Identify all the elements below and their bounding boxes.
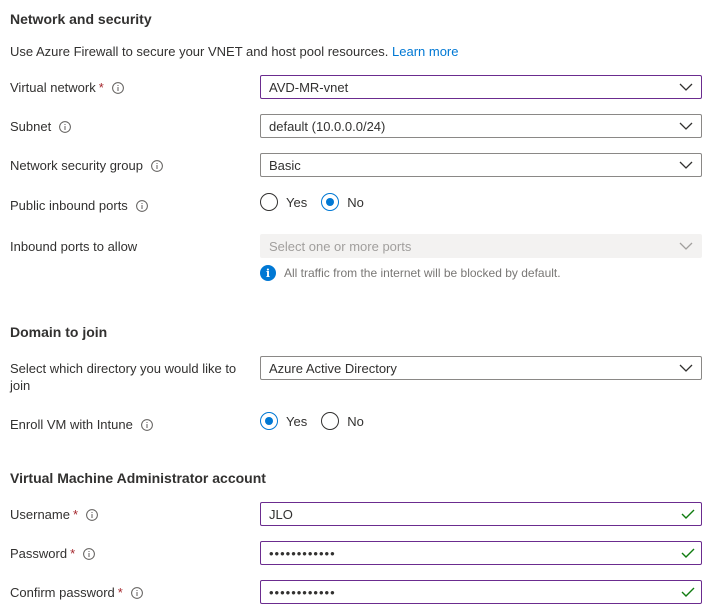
inbound-ports-placeholder: Select one or more ports xyxy=(269,238,412,254)
intune-no-radio[interactable] xyxy=(321,412,340,430)
firewall-description: Use Azure Firewall to secure your VNET a… xyxy=(10,44,459,59)
public-inbound-yes-label[interactable]: Yes xyxy=(286,195,307,210)
subnet-label: Subnet xyxy=(10,119,52,134)
intune-radio-group: Yes No xyxy=(260,412,378,430)
directory-label: Select which directory you would like to… xyxy=(10,361,237,393)
confirm-password-value: •••••••••••• xyxy=(269,584,336,600)
confirm-password-label: Confirm password xyxy=(10,585,115,600)
info-icon[interactable] xyxy=(86,508,98,521)
info-icon[interactable] xyxy=(135,199,148,212)
checkmark-icon xyxy=(681,586,695,598)
virtual-network-value: AVD-MR-vnet xyxy=(269,79,349,95)
virtual-network-label: Virtual network xyxy=(10,80,96,95)
virtual-network-label-row: Virtual network * xyxy=(10,79,124,96)
inbound-ports-note-text: All traffic from the internet will be bl… xyxy=(284,266,561,280)
info-badge-icon: i xyxy=(260,265,276,281)
intune-no-label[interactable]: No xyxy=(347,414,364,429)
checkmark-icon xyxy=(681,547,695,559)
chevron-down-icon xyxy=(679,159,693,171)
inbound-ports-label: Inbound ports to allow xyxy=(10,239,138,254)
nsg-label-row: Network security group xyxy=(10,157,163,174)
required-marker: * xyxy=(72,507,79,522)
intune-yes-radio[interactable] xyxy=(260,412,278,430)
chevron-down-icon xyxy=(679,240,693,252)
nsg-label: Network security group xyxy=(10,158,143,173)
directory-value: Azure Active Directory xyxy=(269,360,397,376)
password-label-row: Password * xyxy=(10,545,96,562)
confirm-password-label-row: Confirm password * xyxy=(10,584,143,601)
info-icon[interactable] xyxy=(59,120,72,133)
public-inbound-yes-radio[interactable] xyxy=(260,193,278,211)
info-icon[interactable] xyxy=(140,418,153,431)
info-icon[interactable] xyxy=(151,159,163,172)
public-inbound-no-label[interactable]: No xyxy=(347,195,364,210)
subnet-dropdown[interactable]: default (10.0.0.0/24) xyxy=(260,114,702,138)
intune-yes-label[interactable]: Yes xyxy=(286,414,307,429)
username-input[interactable]: JLO xyxy=(260,502,702,526)
learn-more-link[interactable]: Learn more xyxy=(392,44,458,59)
inbound-ports-dropdown: Select one or more ports xyxy=(260,234,702,258)
inbound-ports-note: i All traffic from the internet will be … xyxy=(260,265,561,281)
required-marker: * xyxy=(98,80,104,95)
directory-dropdown[interactable]: Azure Active Directory xyxy=(260,356,702,380)
info-icon[interactable] xyxy=(111,81,124,94)
firewall-description-text: Use Azure Firewall to secure your VNET a… xyxy=(10,44,389,59)
checkmark-icon xyxy=(681,508,695,520)
required-marker: * xyxy=(70,546,76,561)
domain-title: Domain to join xyxy=(10,324,108,340)
username-label: Username xyxy=(10,507,70,522)
public-inbound-label-row: Public inbound ports xyxy=(10,197,148,214)
subnet-value: default (10.0.0.0/24) xyxy=(269,118,386,134)
intune-label: Enroll VM with Intune xyxy=(10,417,133,432)
network-security-title: Network and security xyxy=(10,11,152,27)
username-label-row: Username * xyxy=(10,506,98,523)
public-inbound-no-radio[interactable] xyxy=(321,193,340,211)
nsg-dropdown[interactable]: Basic xyxy=(260,153,702,177)
subnet-label-row: Subnet xyxy=(10,118,72,135)
chevron-down-icon xyxy=(679,81,693,93)
admin-account-title: Virtual Machine Administrator account xyxy=(10,470,266,486)
confirm-password-input[interactable]: •••••••••••• xyxy=(260,580,702,604)
info-icon[interactable] xyxy=(130,586,143,599)
inbound-ports-label-row: Inbound ports to allow xyxy=(10,238,137,255)
public-inbound-radio-group: Yes No xyxy=(260,193,378,211)
password-value: •••••••••••• xyxy=(269,545,336,561)
chevron-down-icon xyxy=(679,120,693,132)
nsg-value: Basic xyxy=(269,157,301,173)
public-inbound-label: Public inbound ports xyxy=(10,198,128,213)
required-marker: * xyxy=(117,585,123,600)
password-label: Password xyxy=(10,546,68,561)
password-input[interactable]: •••••••••••• xyxy=(260,541,702,565)
virtual-network-dropdown[interactable]: AVD-MR-vnet xyxy=(260,75,702,99)
username-value: JLO xyxy=(269,506,293,522)
intune-label-row: Enroll VM with Intune xyxy=(10,416,153,433)
chevron-down-icon xyxy=(679,362,693,374)
info-icon[interactable] xyxy=(83,547,96,560)
